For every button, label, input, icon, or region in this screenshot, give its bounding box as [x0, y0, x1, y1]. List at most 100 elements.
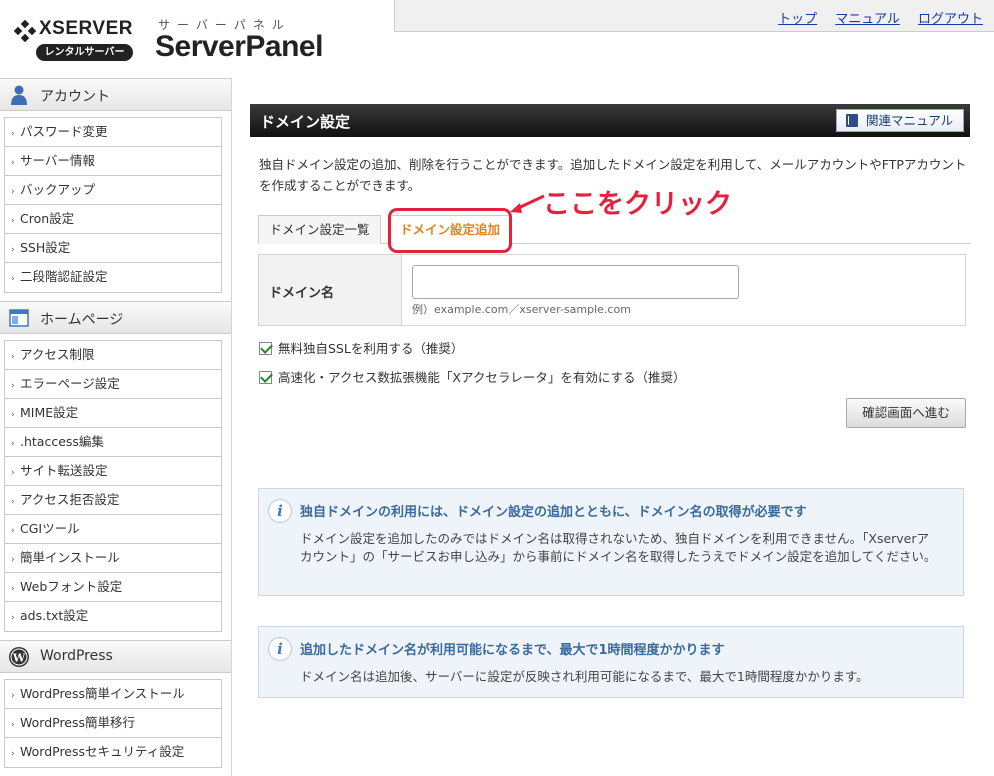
sidebar-item-htaccess[interactable]: › .htaccess編集	[5, 428, 221, 457]
sidebar-item-cgi[interactable]: › CGIツール	[5, 515, 221, 544]
sidebar-item-label: 簡単インストール	[20, 550, 120, 565]
homepage-icon	[9, 309, 29, 327]
tab-domain-list[interactable]: ドメイン設定一覧	[258, 215, 381, 244]
sidebar-item-cron[interactable]: › Cron設定	[5, 205, 221, 234]
chevron-right-icon: ›	[11, 691, 15, 701]
logo-text: XSERVER	[39, 18, 133, 39]
info-box-propagation: i 追加したドメイン名が利用可能になるまで、最大で1時間程度かかります ドメイン…	[258, 626, 964, 698]
ssl-checkbox[interactable]	[259, 342, 272, 355]
domain-input[interactable]	[412, 265, 739, 299]
chevron-right-icon: ›	[11, 352, 15, 362]
chevron-right-icon: ›	[11, 274, 15, 284]
chevron-right-icon: ›	[11, 720, 15, 730]
chevron-right-icon: ›	[11, 613, 15, 623]
chevron-right-icon: ›	[11, 468, 15, 478]
info-title: 独自ドメインの利用には、ドメイン設定の追加とともに、ドメイン名の取得が必要です	[300, 505, 807, 520]
sidebar-item-wp-migrate[interactable]: › WordPress簡単移行	[5, 709, 221, 738]
chevron-right-icon: ›	[11, 158, 15, 168]
sidebar-item-access-limit[interactable]: › アクセス制限	[5, 341, 221, 370]
content-header: ドメイン設定 関連マニュアル	[250, 104, 970, 137]
confirm-button[interactable]: 確認画面へ進む	[846, 398, 966, 428]
related-manual-button[interactable]: 関連マニュアル	[836, 109, 964, 132]
sidebar-item-label: サーバー情報	[20, 153, 95, 168]
info-body: ドメイン名は追加後、サーバーに設定が反映され利用可能になるまで、最大で1時間程度…	[300, 669, 869, 684]
domain-field-label: ドメイン名	[259, 255, 402, 325]
ssl-checkbox-label: 無料独自SSLを利用する（推奨）	[278, 341, 464, 356]
sidebar-section-title: ホームページ	[40, 312, 124, 328]
chevron-right-icon: ›	[11, 216, 15, 226]
sidebar-item-label: ads.txt設定	[20, 608, 89, 623]
sidebar-item-label: エラーページ設定	[20, 376, 120, 391]
sidebar-item-label: CGIツール	[20, 521, 80, 536]
sidebar-section-title: WordPress	[40, 648, 113, 664]
chevron-right-icon: ›	[11, 245, 15, 255]
sidebar-item-label: Webフォント設定	[20, 579, 123, 594]
sidebar-item-mime[interactable]: › MIME設定	[5, 399, 221, 428]
svg-text:W: W	[12, 652, 26, 665]
page-title: ドメイン設定	[260, 113, 351, 131]
chevron-right-icon: ›	[11, 410, 15, 420]
sidebar-menu-account: › パスワード変更 › サーバー情報 › バックアップ › Cron設定 › SSH設定 …	[4, 117, 222, 293]
chevron-right-icon: ›	[11, 129, 15, 139]
sidebar-item-access-deny[interactable]: › アクセス拒否設定	[5, 486, 221, 515]
accelerator-option: 高速化・アクセス数拡張機能「Xアクセラレータ」を有効にする（推奨）	[259, 367, 685, 386]
sidebar-item-server-info[interactable]: › サーバー情報	[5, 147, 221, 176]
top-nav: トップ マニュアル ログアウト	[394, 0, 994, 32]
info-box-domain-acquisition: i 独自ドメインの利用には、ドメイン設定の追加とともに、ドメイン名の取得が必要で…	[258, 488, 964, 596]
sidebar-item-label: アクセス制限	[20, 347, 95, 362]
wordpress-icon: W	[9, 647, 29, 667]
sidebar-item-wp-security[interactable]: › WordPressセキュリティ設定	[5, 738, 221, 767]
sidebar-item-wp-install[interactable]: › WordPress簡単インストール	[5, 680, 221, 709]
sidebar-section-homepage: ホームページ	[0, 301, 231, 334]
sidebar-item-ssh[interactable]: › SSH設定	[5, 234, 221, 263]
nav-manual-link[interactable]: マニュアル	[835, 12, 900, 27]
accelerator-checkbox[interactable]	[259, 371, 272, 384]
sidebar-item-easy-install[interactable]: › 簡単インストール	[5, 544, 221, 573]
sidebar-item-label: バックアップ	[20, 182, 96, 197]
header: XSERVER レンタルサーバー サーバーパネル ServerPanel トップ…	[0, 0, 994, 76]
sidebar-item-ads-txt[interactable]: › ads.txt設定	[5, 602, 221, 631]
sidebar-item-label: MIME設定	[20, 405, 79, 420]
chevron-right-icon: ›	[11, 749, 15, 759]
info-icon: i	[268, 637, 292, 661]
sidebar-menu-wordpress: › WordPress簡単インストール › WordPress簡単移行 › WordP…	[4, 679, 222, 768]
info-icon: i	[268, 499, 292, 523]
sidebar-section-wordpress: W WordPress	[0, 640, 231, 673]
logo-badge: レンタルサーバー	[36, 44, 133, 61]
info-body: ドメイン設定を追加したのみではドメイン名は取得されないため、独自ドメインを利用で…	[300, 531, 937, 564]
panel-title: ServerPanel	[155, 30, 323, 63]
sidebar-item-label: Cron設定	[20, 211, 75, 226]
domain-form: ドメイン名 例）example.com／xserver-sample.com	[258, 254, 966, 326]
chevron-right-icon: ›	[11, 497, 15, 507]
domain-example-text: 例）example.com／xserver-sample.com	[412, 303, 631, 316]
chevron-right-icon: ›	[11, 584, 15, 594]
xserver-logo[interactable]: XSERVER レンタルサーバー	[14, 16, 139, 64]
sidebar-item-password[interactable]: › パスワード変更	[5, 118, 221, 147]
sidebar-section-title: アカウント	[40, 89, 110, 105]
nav-top-link[interactable]: トップ	[778, 12, 817, 27]
sidebar-item-label: WordPress簡単移行	[20, 715, 136, 730]
sidebar-item-label: .htaccess編集	[20, 434, 104, 449]
chevron-right-icon: ›	[11, 526, 15, 536]
chevron-right-icon: ›	[11, 439, 15, 449]
sidebar-item-error-page[interactable]: › エラーページ設定	[5, 370, 221, 399]
accelerator-checkbox-label: 高速化・アクセス数拡張機能「Xアクセラレータ」を有効にする（推奨）	[278, 370, 686, 385]
info-title: 追加したドメイン名が利用可能になるまで、最大で1時間程度かかります	[300, 643, 725, 658]
tab-domain-add[interactable]: ドメイン設定追加	[388, 215, 512, 245]
xserver-logo-mark-icon	[14, 20, 36, 42]
sidebar-item-label: アクセス拒否設定	[20, 492, 120, 507]
sidebar-item-label: 二段階認証設定	[20, 269, 108, 284]
sidebar-item-site-redirect[interactable]: › サイト転送設定	[5, 457, 221, 486]
sidebar-section-account: アカウント	[0, 78, 231, 111]
sidebar-item-backup[interactable]: › バックアップ	[5, 176, 221, 205]
click-here-annotation: ここをクリック	[543, 189, 732, 220]
sidebar: アカウント › パスワード変更 › サーバー情報 › バックアップ › Cron設定 ›…	[0, 78, 232, 776]
sidebar-item-label: WordPress簡単インストール	[20, 686, 185, 701]
sidebar-item-label: パスワード変更	[20, 124, 108, 139]
sidebar-item-2fa[interactable]: › 二段階認証設定	[5, 263, 221, 292]
sidebar-item-label: SSH設定	[20, 240, 71, 255]
sidebar-item-webfont[interactable]: › Webフォント設定	[5, 573, 221, 602]
nav-logout-link[interactable]: ログアウト	[918, 12, 983, 27]
annotation-arrow-icon	[510, 194, 545, 213]
chevron-right-icon: ›	[11, 555, 15, 565]
